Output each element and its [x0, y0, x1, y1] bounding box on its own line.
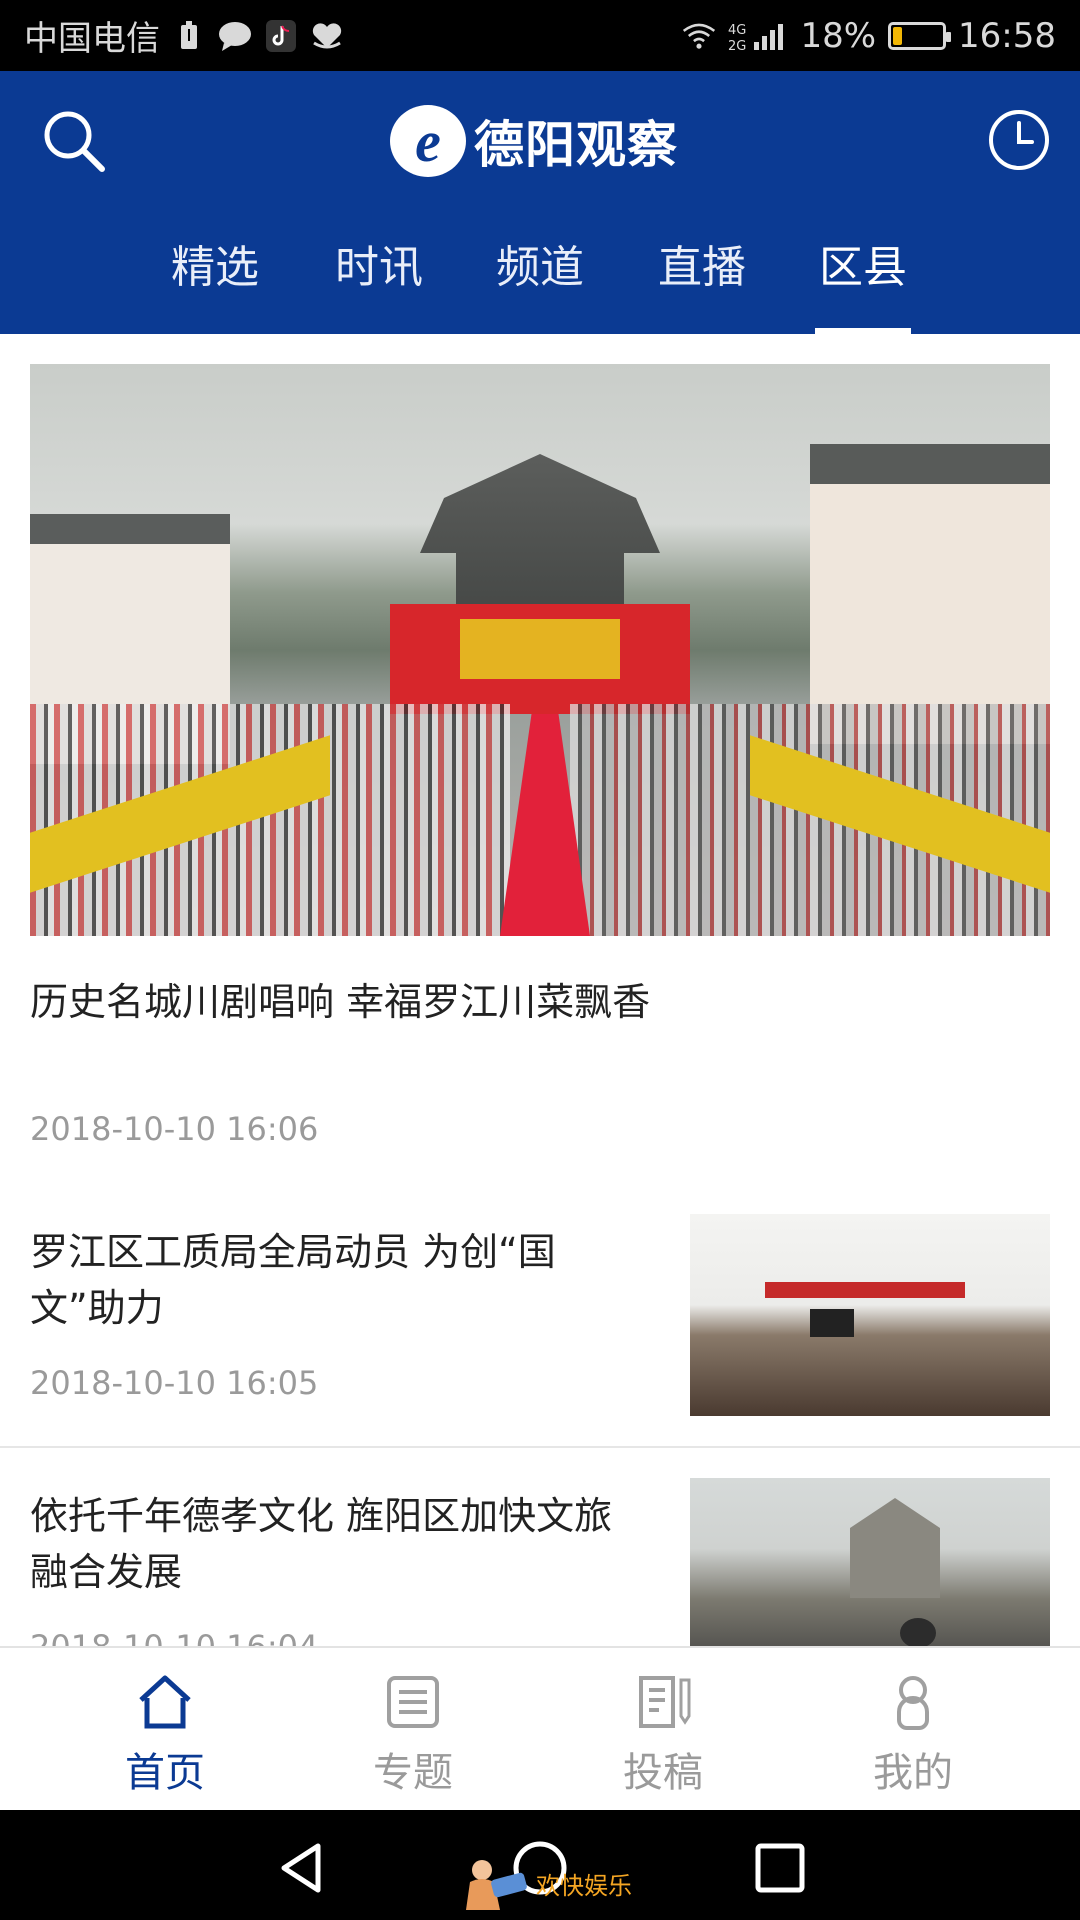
history-button[interactable] [986, 107, 1052, 173]
watermark-text: 欢快娱乐 [536, 1871, 632, 1900]
hero-image[interactable] [30, 364, 1050, 936]
back-icon [281, 1843, 321, 1893]
search-icon [44, 111, 105, 172]
nav-home[interactable]: 首页 [65, 1648, 265, 1812]
list-item[interactable]: 依托千年德孝文化 旌阳区加快文旅融合发展 2018-10-10 16:04 [0, 1478, 1080, 1646]
tiktok-icon [264, 19, 298, 53]
tab-channels[interactable]: 频道 [492, 231, 588, 334]
article-title[interactable]: 罗江区工质局全局动员 为创“国文”助力 [30, 1224, 640, 1336]
news-feed: 历史名城川剧唱响 幸福罗江川菜飘香 2018-10-10 16:06 罗江区工质… [0, 334, 1080, 1646]
message-icon [218, 19, 252, 53]
battery-icon [888, 21, 952, 50]
battery-saver-icon [172, 19, 206, 53]
tab-districts[interactable]: 区县 [815, 231, 911, 334]
square-recents-icon [755, 1843, 805, 1893]
list-item[interactable]: 罗江区工质局全局动员 为创“国文”助力 2018-10-10 16:05 [0, 1214, 1080, 1476]
nav-profile-label: 我的 [873, 1750, 953, 1796]
home-icon [139, 1675, 191, 1729]
nav-topics[interactable]: 专题 [313, 1648, 513, 1812]
signal-icon: 4G 2G [728, 19, 788, 53]
channel-tabs: 精选 时讯 频道 直播 区县 [0, 231, 1080, 334]
hero-title[interactable]: 历史名城川剧唱响 幸福罗江川菜飘香 [30, 974, 1050, 1030]
nav-home-label: 首页 [125, 1750, 205, 1796]
logo-text: 德阳观察 [474, 116, 678, 174]
article-title[interactable]: 依托千年德孝文化 旌阳区加快文旅融合发展 [30, 1488, 640, 1600]
divider [0, 1446, 1080, 1448]
app-header: e 德阳观察 精选 时讯 频道 直播 区县 [0, 71, 1080, 334]
wifi-icon [682, 19, 716, 53]
recents-button[interactable] [750, 1838, 810, 1898]
search-button[interactable] [40, 107, 110, 177]
cartoon-figure-icon [466, 1860, 527, 1910]
app-logo: e 德阳观察 [390, 105, 678, 177]
status-left: 中国电信 [24, 11, 344, 60]
logo-mark: e [390, 105, 466, 177]
nav-contribute-label: 投稿 [623, 1750, 703, 1796]
tab-featured[interactable]: 精选 [167, 231, 263, 334]
clock-icon [989, 110, 1049, 170]
hero-date: 2018-10-10 16:06 [30, 1110, 319, 1148]
article-date: 2018-10-10 16:05 [30, 1364, 319, 1402]
clock-time: 16:58 [958, 15, 1056, 56]
nav-topics-label: 专题 [373, 1750, 453, 1796]
header-top: e 德阳观察 [0, 71, 1080, 211]
battery-percent: 18% [800, 15, 877, 56]
contribute-icon [639, 1676, 691, 1728]
svg-text:2G: 2G [728, 39, 746, 52]
status-bar: 中国电信 4G 2G 18% 16:58 [0, 0, 1080, 71]
profile-icon [897, 1676, 929, 1730]
status-right: 4G 2G 18% 16:58 [682, 16, 1056, 56]
tab-live[interactable]: 直播 [654, 231, 750, 334]
carrier-name: 中国电信 [24, 19, 160, 59]
heart-chat-icon [310, 19, 344, 53]
article-date: 2018-10-10 16:04 [30, 1628, 318, 1646]
svg-text:4G: 4G [728, 23, 746, 38]
back-button[interactable] [272, 1838, 332, 1898]
screen: 中国电信 4G 2G 18% 16:58 e 德阳观察 精选 时讯 频道 直播 … [0, 0, 1080, 1920]
watermark: 欢快娱乐 [462, 1858, 632, 1910]
nav-contribute[interactable]: 投稿 [563, 1648, 763, 1812]
topics-icon [387, 1676, 439, 1728]
bottom-nav: 首页 专题 投稿 我的 [0, 1646, 1080, 1810]
tab-news[interactable]: 时讯 [331, 231, 427, 334]
article-thumbnail[interactable] [690, 1214, 1050, 1416]
nav-profile[interactable]: 我的 [813, 1648, 1013, 1812]
article-thumbnail[interactable] [690, 1478, 1050, 1646]
